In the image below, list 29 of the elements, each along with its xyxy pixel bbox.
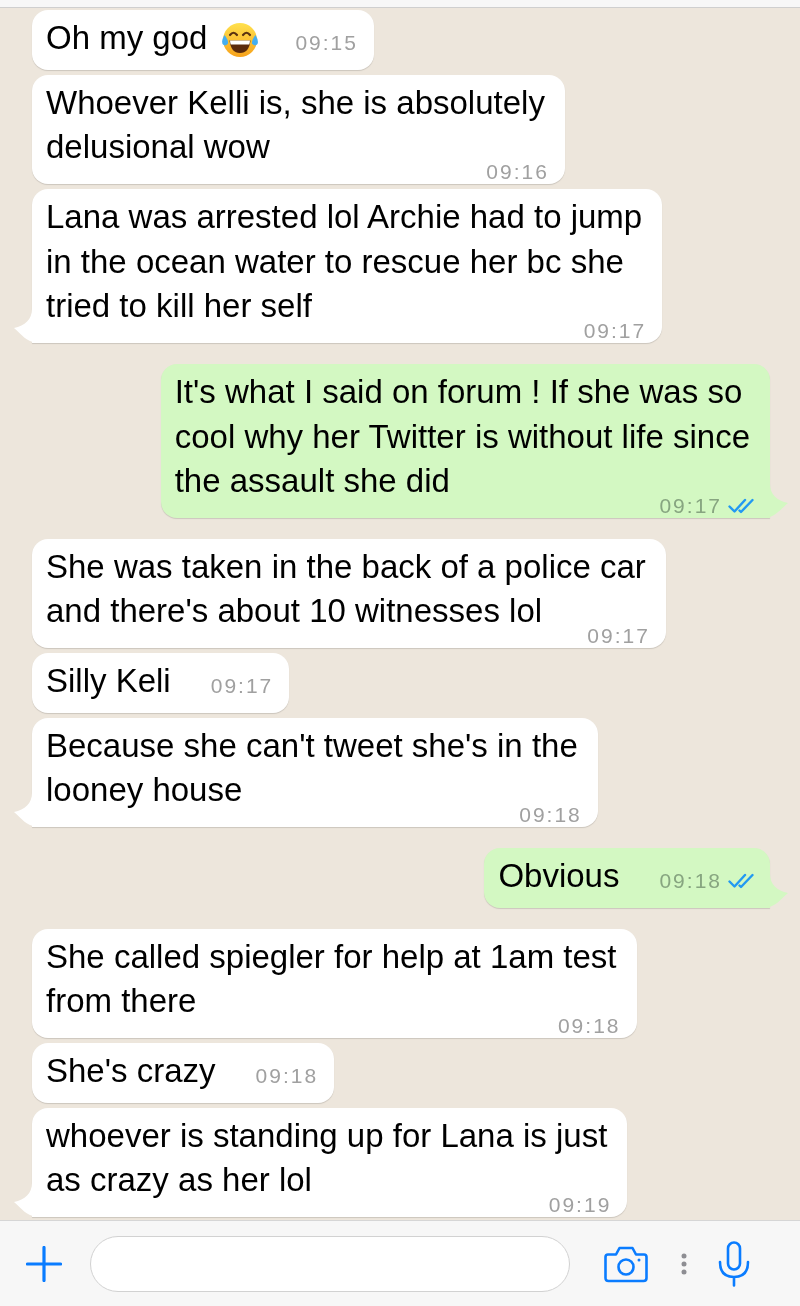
message-time: 09:18: [519, 807, 582, 823]
microphone-icon: [718, 1240, 750, 1287]
message-text: She's crazy: [46, 1051, 217, 1091]
message-text: Because she can't tweet she's in the looney house: [46, 726, 579, 807]
message-time: 09:17: [583, 323, 647, 339]
camera-icon: [604, 1244, 648, 1283]
message-time: 09:17: [210, 678, 274, 694]
message-time: 09:16: [486, 164, 549, 180]
message-text: whoever is standing up for Lana is just as crazy as her lol: [46, 1116, 609, 1197]
message-time: 09:18: [659, 873, 722, 889]
message-text: Obvious: [498, 856, 621, 896]
message-time: 09:18: [255, 1068, 319, 1084]
message-time: 09:15: [295, 35, 358, 51]
message-text: Silly Keli: [46, 661, 172, 701]
message-time: 09:17: [587, 628, 650, 644]
message-time: 09:18: [557, 1018, 621, 1034]
microphone-button[interactable]: [718, 1239, 750, 1288]
message-text: She called spiegler for help at 1am test from there: [46, 937, 618, 1018]
plus-icon: [26, 1245, 62, 1282]
more-button[interactable]: [680, 1251, 688, 1276]
vertical-dots-icon: [681, 1252, 687, 1275]
message-text: Oh my god: [46, 18, 209, 58]
message-time: 09:17: [659, 498, 722, 514]
message-text: It's what I said on forum ! If she was so cool why her Twitter is without life since the assault she did: [174, 372, 751, 498]
add-button[interactable]: [26, 1245, 62, 1282]
message-text: She was taken in the back of a police car and there's about 10 witnesses lol: [46, 547, 647, 628]
message-time: 09:19: [548, 1197, 612, 1213]
message-text: Whoever Kelli is, she is absolutely delusional wow: [46, 83, 546, 164]
message-text: Lana was arrested lol Archie had to jump in the ocean water to rescue her bc she tried to kill her self: [46, 197, 644, 323]
